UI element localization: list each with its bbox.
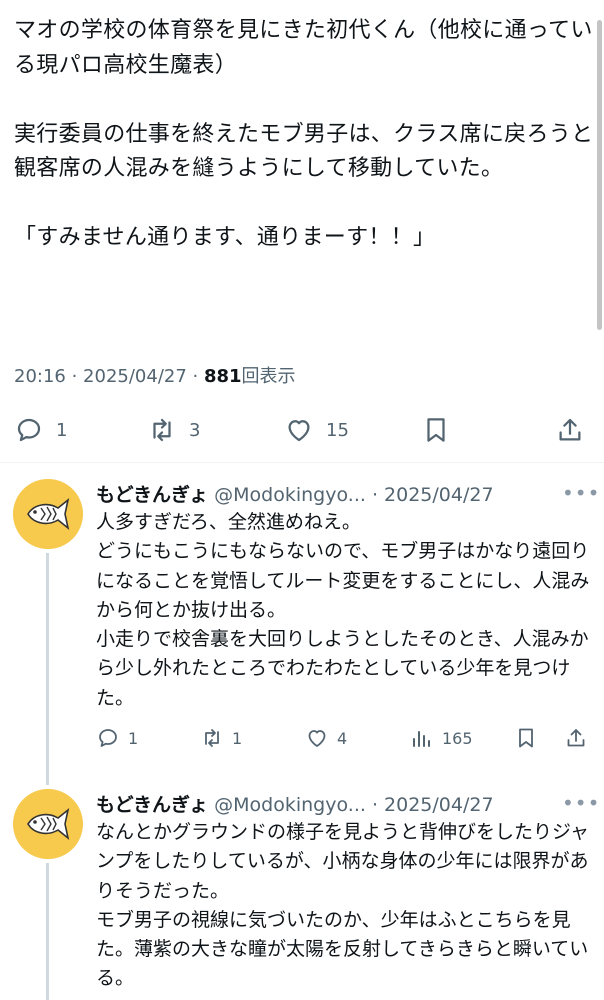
retweet-icon [153,418,171,442]
user-handle[interactable]: @Modokingyo... [214,484,366,506]
reply-date[interactable]: · 2025/04/27 [372,794,494,816]
view-count: 165 [442,728,473,748]
share-button[interactable] [555,408,585,452]
bookmark-button[interactable] [421,408,451,452]
tweet-actions: 1 3 15 [0,408,604,452]
share-icon [559,418,581,441]
display-name[interactable]: もどきんぎょ [96,484,208,506]
like-button[interactable]: 15 [284,408,349,452]
heart-icon [308,730,326,747]
reply-date[interactable]: · 2025/04/27 [372,484,494,506]
like-count: 15 [326,419,349,441]
like-button[interactable]: 4 [305,723,347,753]
display-name[interactable]: もどきんぎょ [96,794,208,816]
view-label: 回表示 [241,366,296,387]
scrollbar[interactable] [597,20,602,330]
analytics-icon [413,731,430,747]
reply-button[interactable]: 1 [14,408,67,452]
reply-icon [99,729,117,747]
retweet-count: 1 [232,728,243,748]
tweet-meta: 20:16 · 2025/04/27 · 881回表示 [14,362,296,388]
reply-header: もどきんぎょ @Modokingyo... · 2025/04/27 [96,790,494,817]
bookmark-icon [427,418,445,442]
reply-text: 人多すぎだろ、全然進めねえ。 どうにもこうにもならないので、モブ男子はかなり遠回… [96,511,590,709]
share-button[interactable] [564,723,588,753]
user-handle[interactable]: @Modokingyo... [214,794,366,816]
more-icon[interactable]: ••• [562,791,600,815]
thread-line [46,863,49,1000]
views-button[interactable]: 165 [410,723,473,753]
main-tweet: マオの学校の体育祭を見にきた初代くん（他校に通っている現パロ高校生魔表） 実行委… [0,0,604,462]
goldfish-taiyaki-icon [27,497,70,531]
like-count: 4 [337,728,348,748]
retweet-button[interactable]: 3 [147,408,200,452]
share-icon [567,729,585,747]
reply-icon [17,418,41,442]
retweet-button[interactable]: 1 [200,723,242,753]
reply-button[interactable]: 1 [96,723,138,753]
tweet-text: マオの学校の体育祭を見にきた初代くん（他校に通っている現パロ高校生魔表） 実行委… [14,18,594,250]
bookmark-button[interactable] [514,723,538,753]
retweet-count: 3 [189,419,201,441]
reply-text: なんとかグラウンドの様子を見ようと背伸びをしたりジャンプをしたりしているが、小柄… [96,821,590,990]
reply-actions: 1 1 4 165 [0,723,604,753]
goldfish-taiyaki-icon [27,807,70,841]
heart-icon [288,420,310,442]
reply-count: 1 [128,728,139,748]
reply-header: もどきんぎょ @Modokingyo... · 2025/04/27 [96,480,494,507]
more-icon[interactable]: ••• [562,481,600,505]
divider [0,462,604,463]
reply-count: 1 [56,419,68,441]
avatar[interactable] [13,479,83,549]
avatar[interactable] [13,789,83,859]
retweet-icon [205,729,219,747]
view-count: 881 [203,366,242,387]
tweet-timestamp[interactable]: 20:16 · 2025/04/27 · [14,366,204,387]
bookmark-icon [519,728,533,748]
